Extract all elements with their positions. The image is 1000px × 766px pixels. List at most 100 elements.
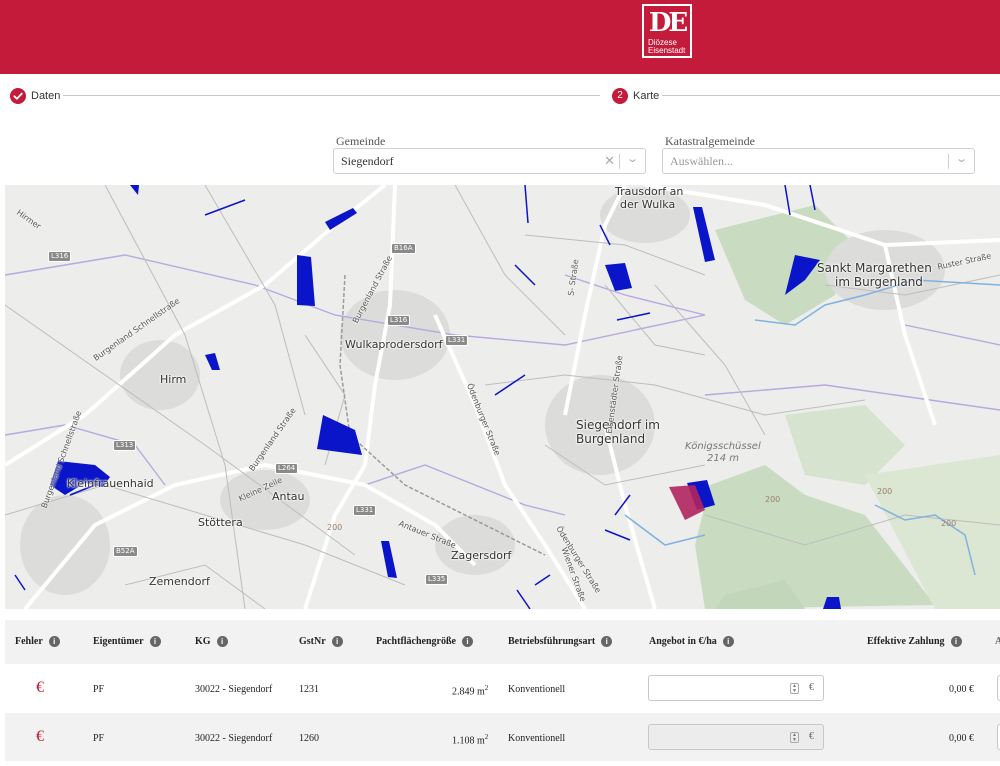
road-shield: L313 xyxy=(113,440,137,451)
info-icon[interactable]: i xyxy=(601,636,613,648)
road-shield: B16A xyxy=(391,243,416,254)
column-label: Effektive Zahlung xyxy=(867,636,945,647)
column-label: Eigentümer xyxy=(93,636,144,647)
info-icon[interactable]: i xyxy=(216,636,228,648)
clear-icon[interactable]: ✕ xyxy=(604,153,615,169)
error-euro-icon[interactable]: € xyxy=(36,679,44,697)
parcel[interactable] xyxy=(605,263,632,291)
place-label-line: Sankt Margarethen xyxy=(817,261,932,275)
info-icon[interactable]: i xyxy=(331,636,343,648)
road-shield: L335 xyxy=(425,574,449,585)
table-row[interactable] xyxy=(5,664,1000,712)
info-icon[interactable]: i xyxy=(722,636,734,648)
step-daten-label[interactable]: Daten xyxy=(31,89,60,103)
column-label: GstNr xyxy=(299,636,326,647)
parcel[interactable] xyxy=(693,207,715,262)
road-shield: B52A xyxy=(113,546,138,557)
column-kg[interactable]: KG i xyxy=(195,636,228,648)
katastralgemeinde-label: Katastralgemeinde xyxy=(665,134,755,148)
parcel[interactable] xyxy=(381,541,397,578)
hill-name: Königsschüssel xyxy=(685,441,761,452)
place-label-line: im Burgenland xyxy=(835,275,923,289)
place-label-line: Trausdorf an xyxy=(615,185,684,198)
parcel[interactable] xyxy=(317,415,362,455)
column-pachtflaeche[interactable]: Pachtflächengröße i xyxy=(376,636,473,648)
flaeche-unit: 2 xyxy=(484,733,489,741)
place-label-line: Siegendorf im xyxy=(576,418,660,432)
info-icon[interactable]: i xyxy=(462,636,473,648)
hill-elevation: 214 m xyxy=(707,453,740,464)
step-connector-end xyxy=(662,95,1000,96)
contour-label: 200 xyxy=(765,495,781,504)
column-label: Betriebsführungsart xyxy=(508,636,596,647)
angebot-input[interactable]: ▲ ▼ € xyxy=(648,724,824,750)
angebot-input[interactable]: ▲ ▼ € xyxy=(648,675,824,701)
stepper-icon[interactable]: ▲ ▼ xyxy=(790,683,799,694)
column-label: Fehler xyxy=(15,636,43,647)
map-canvas[interactable] xyxy=(5,185,1000,609)
place-hirm: Hirm xyxy=(160,373,187,386)
katastralgemeinde-select[interactable]: Auswählen... ⌄ xyxy=(662,148,975,174)
place-label-line: Burgenland xyxy=(576,432,646,446)
column-fehler[interactable]: Fehler i xyxy=(15,636,60,648)
column-eigentuemer[interactable]: Eigentümer i xyxy=(93,636,161,648)
column-overflow: A xyxy=(995,636,1000,647)
column-gstnr[interactable]: GstNr i xyxy=(299,636,343,648)
column-betriebsfuehrungsart[interactable]: Betriebsführungsart i xyxy=(508,636,613,648)
chevron-down-icon[interactable]: ⌄ xyxy=(955,152,968,165)
flaeche-unit: 2 xyxy=(484,684,489,692)
road-shield: L316 xyxy=(387,315,411,326)
parcel[interactable] xyxy=(297,255,315,306)
cell-kg: 30022 - Siegendorf xyxy=(195,684,273,695)
gemeinde-label: Gemeinde xyxy=(336,134,386,148)
flaeche-value: 2.849 m xyxy=(452,686,485,698)
cell-gstnr: 1231 xyxy=(299,684,319,695)
step-daten-check-icon[interactable] xyxy=(10,88,26,104)
contour-label: 200 xyxy=(877,487,893,496)
step-karte-label[interactable]: Karte xyxy=(633,89,659,103)
cell-flaeche: 1.108 m2 xyxy=(452,733,488,746)
info-icon[interactable]: i xyxy=(950,636,962,648)
place-zagersdorf: Zagersdorf xyxy=(451,549,512,562)
column-effektive-zahlung[interactable]: Effektive Zahlung i xyxy=(867,636,962,648)
place-zemendorf: Zemendorf xyxy=(149,575,210,588)
cell-eigentuemer: PF xyxy=(93,684,105,695)
column-angebot[interactable]: Angebot in €/ha i xyxy=(649,636,734,648)
app-header: DE Diözese Eisenstadt xyxy=(0,0,1000,74)
place-label-line: der Wulka xyxy=(620,198,676,211)
chevron-down-icon[interactable]: ⌄ xyxy=(626,152,639,165)
place-kleinfrauenhaid: Kleinfrauenhaid xyxy=(67,477,154,490)
place-antau: Antau xyxy=(272,490,305,503)
hill-label: Königsschüssel 214 m xyxy=(685,441,761,465)
parcel[interactable] xyxy=(130,185,139,195)
info-icon[interactable]: i xyxy=(48,636,60,648)
road-shield: L331 xyxy=(353,505,377,516)
error-euro-icon[interactable]: € xyxy=(36,728,44,746)
cell-betriebsfuehrungsart: Konventionell xyxy=(508,733,566,744)
table-row[interactable] xyxy=(5,713,1000,761)
place-trausdorf: Trausdorf an der Wulka xyxy=(615,185,683,211)
town-area xyxy=(340,290,450,380)
place-stoettera: Stöttera xyxy=(198,516,243,529)
column-label: KG xyxy=(195,636,211,647)
parcel[interactable] xyxy=(325,208,357,230)
cell-eigentuemer: PF xyxy=(93,733,105,744)
parcel-map[interactable]: Siegendorf im Burgenland Sankt Margareth… xyxy=(5,185,1000,609)
place-margarethen: Sankt Margarethen im Burgenland xyxy=(817,261,932,289)
column-label: Angebot in €/ha xyxy=(649,636,717,647)
place-siegendorf: Siegendorf im Burgenland xyxy=(576,418,660,446)
logo-monogram: DE xyxy=(648,8,688,38)
cell-flaeche: 2.849 m2 xyxy=(452,684,488,697)
step-karte-number[interactable]: 2 xyxy=(612,88,628,104)
stepper-icon[interactable]: ▲ ▼ xyxy=(790,732,799,743)
parcel[interactable] xyxy=(205,353,220,370)
info-icon[interactable]: i xyxy=(149,636,161,648)
gemeinde-value: Siegendorf xyxy=(341,154,394,168)
cell-kg: 30022 - Siegendorf xyxy=(195,733,273,744)
town-area xyxy=(20,495,110,595)
dioezese-logo[interactable]: DE Diözese Eisenstadt xyxy=(642,4,692,58)
gemeinde-select[interactable]: Siegendorf ✕ ⌄ xyxy=(333,148,646,174)
flaeche-value: 1.108 m xyxy=(452,735,485,747)
select-separator xyxy=(619,154,620,169)
place-wulkaprodersdorf: Wulkaprodersdorf xyxy=(345,338,443,351)
